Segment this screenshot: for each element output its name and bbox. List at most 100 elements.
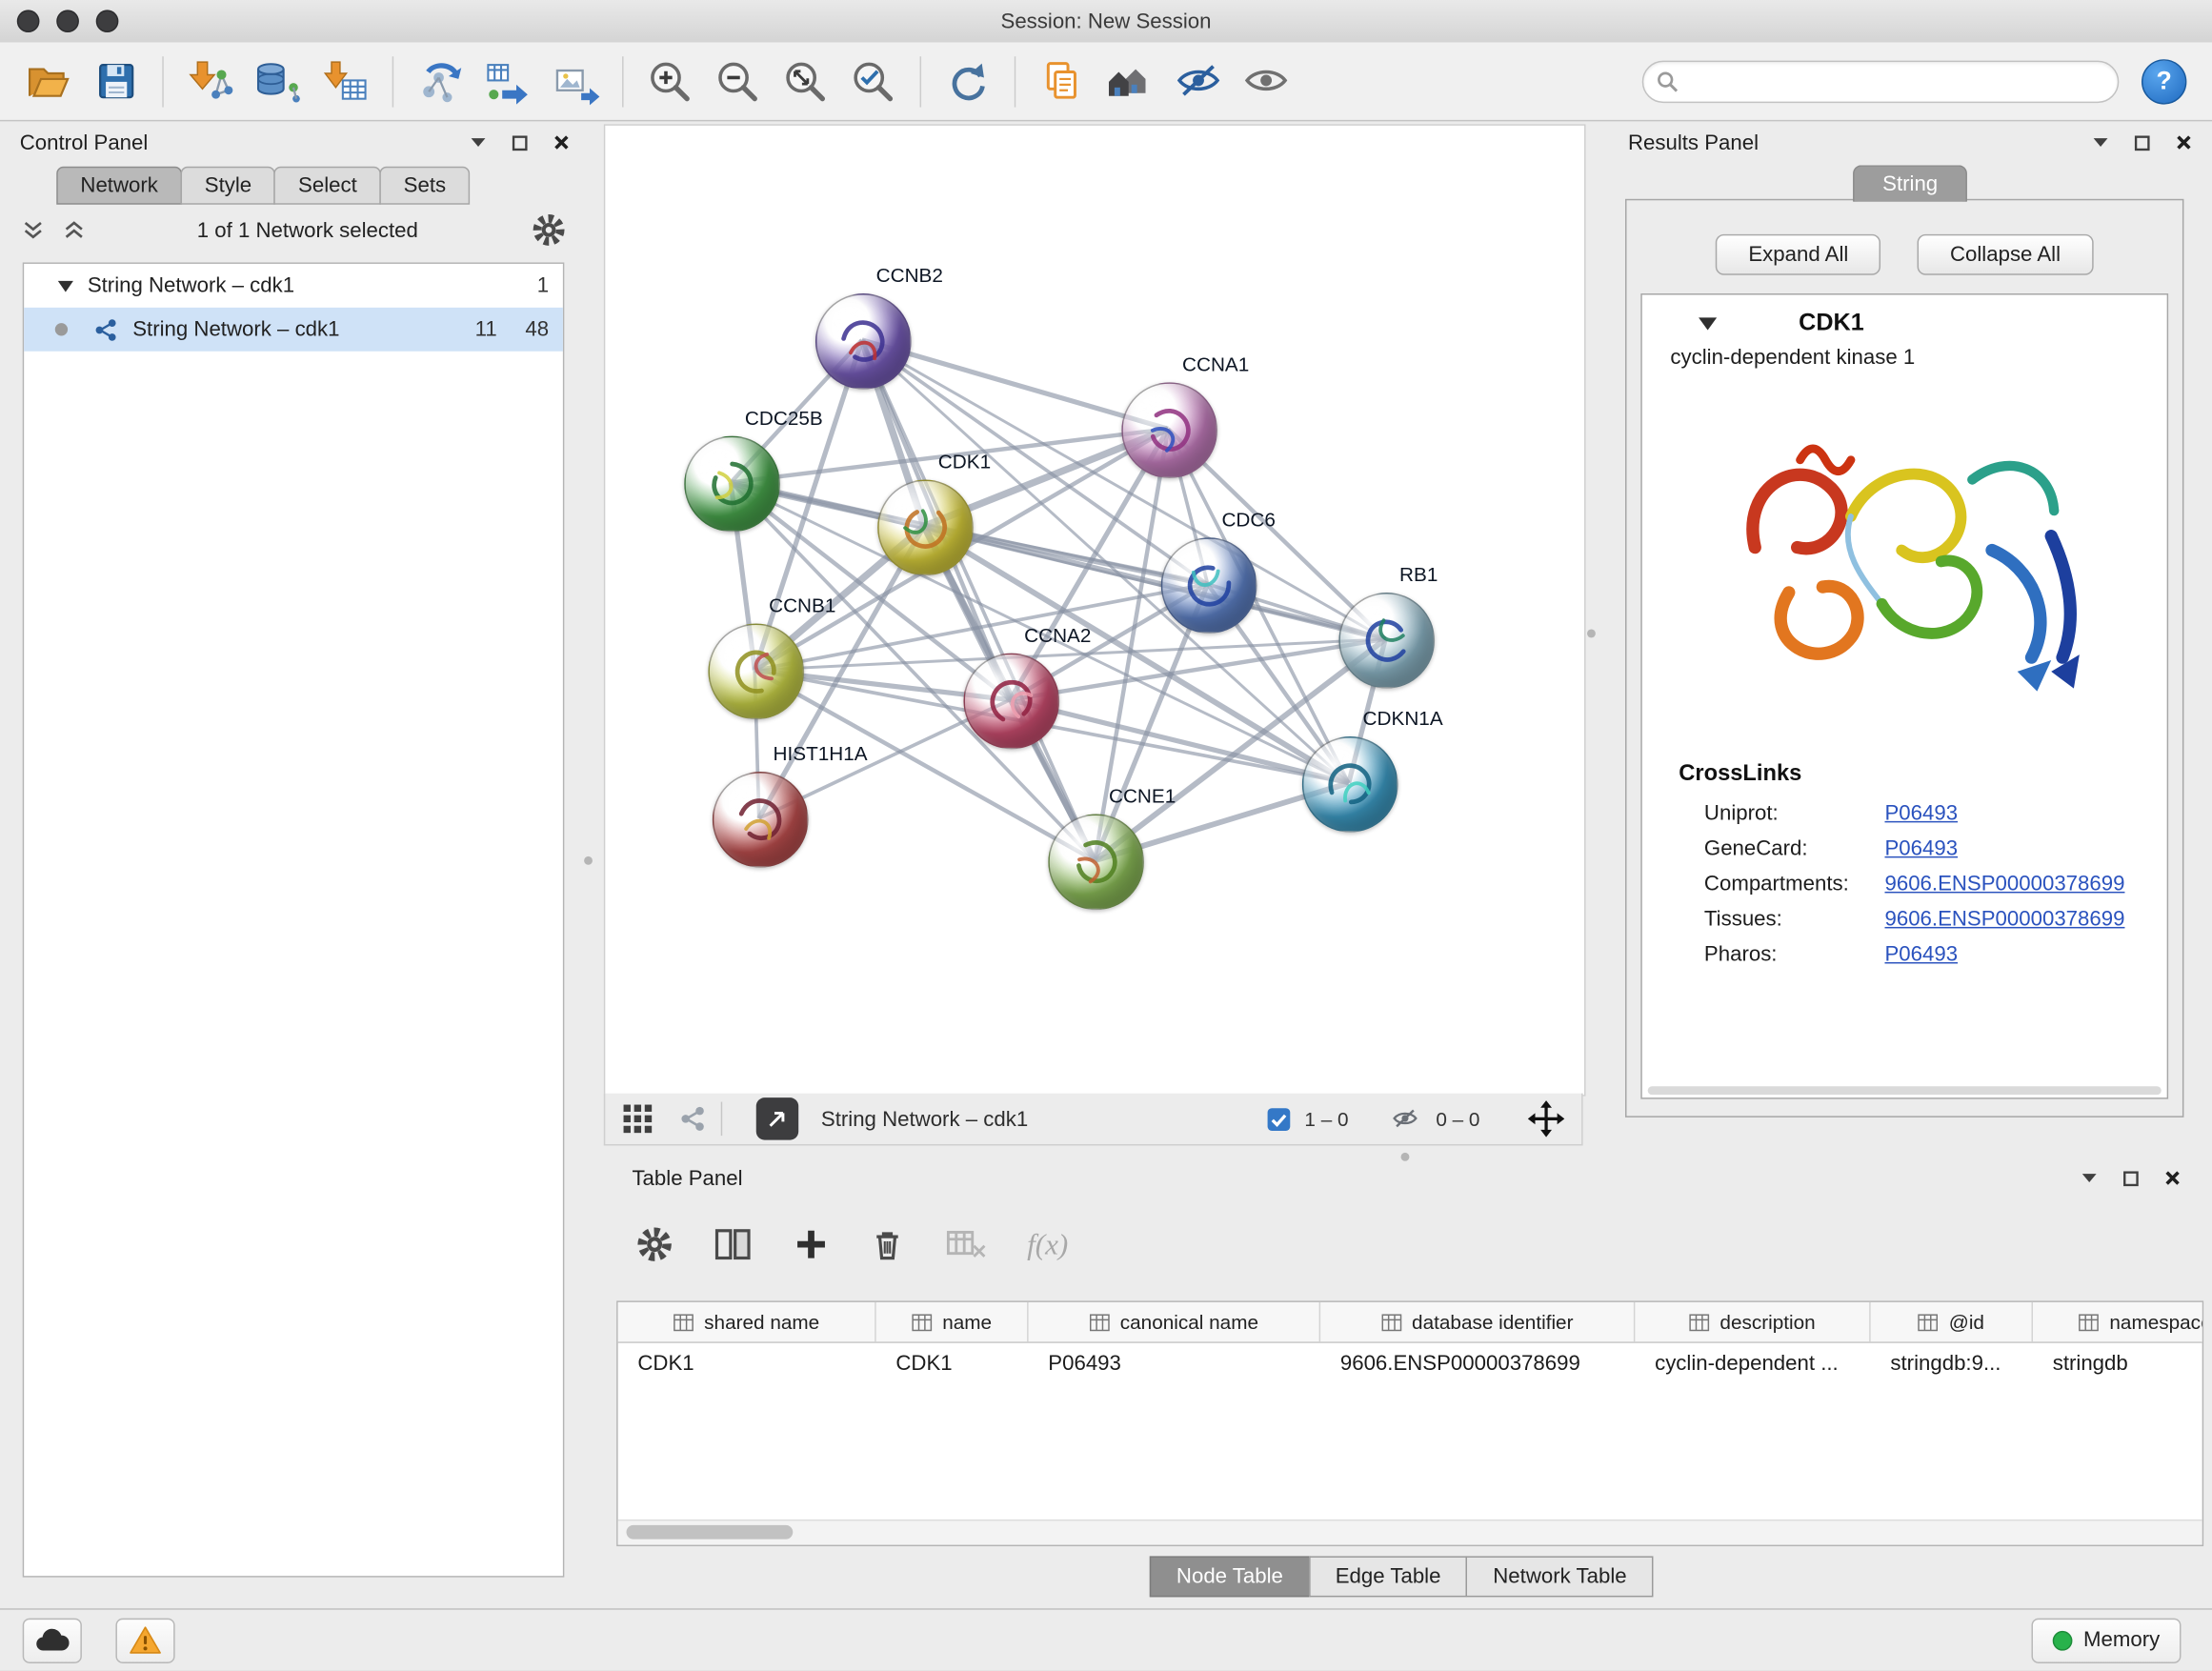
network-node-cdc6[interactable] (1161, 537, 1257, 634)
delete-column-icon[interactable] (869, 1226, 906, 1263)
network-node-ccna2[interactable] (963, 654, 1059, 750)
panel-close-icon[interactable] (2164, 1170, 2182, 1187)
collapse-all-button[interactable]: Collapse All (1918, 234, 2093, 275)
column-header[interactable]: database identifier (1320, 1302, 1635, 1341)
tab-network[interactable]: Network (56, 167, 182, 205)
network-node-cdk1[interactable] (877, 480, 974, 576)
table-cell[interactable]: P06493 (1029, 1343, 1321, 1382)
cloud-status-button[interactable] (23, 1618, 82, 1662)
scrollbar-thumb[interactable] (627, 1525, 794, 1540)
gear-icon[interactable] (531, 211, 568, 249)
table-horizontal-scrollbar[interactable] (618, 1520, 2202, 1545)
table-cell[interactable]: cyclin-dependent ... (1635, 1343, 1870, 1382)
network-node-ccnb2[interactable] (815, 293, 912, 390)
crosslink-link[interactable]: 9606.ENSP00000378699 (1884, 907, 2124, 931)
crosslink-link[interactable]: 9606.ENSP00000378699 (1884, 872, 2124, 896)
add-column-icon[interactable] (793, 1226, 830, 1263)
open-in-new-window-button[interactable] (756, 1097, 798, 1139)
save-session-button[interactable] (82, 49, 150, 113)
splitter-handle[interactable] (1401, 1153, 1410, 1161)
tab-select[interactable]: Select (274, 167, 381, 205)
tab-node-table[interactable]: Node Table (1150, 1556, 1310, 1597)
import-network-from-file-button[interactable] (176, 49, 244, 113)
network-edge[interactable] (924, 526, 1385, 638)
crosslink-link[interactable]: P06493 (1884, 801, 1958, 825)
panel-float-icon[interactable] (2123, 1170, 2139, 1185)
help-button[interactable]: ? (2142, 58, 2186, 103)
network-collection-row[interactable]: String Network – cdk1 1 (24, 264, 563, 308)
table-settings-gear-icon[interactable] (634, 1224, 674, 1263)
network-edge[interactable] (862, 340, 1095, 860)
results-horizontal-scrollbar[interactable] (1648, 1086, 2162, 1095)
tab-style[interactable]: Style (181, 167, 276, 205)
import-table-button[interactable] (312, 49, 379, 113)
network-node-cdc25b[interactable] (684, 436, 780, 533)
expand-all-icon[interactable] (64, 220, 85, 240)
table-header-row: shared name name canonical name database… (618, 1302, 2204, 1343)
splitter-handle[interactable] (584, 856, 593, 865)
column-header[interactable]: description (1635, 1302, 1870, 1341)
table-cell[interactable]: stringdb (2033, 1343, 2203, 1382)
column-header[interactable]: name (876, 1302, 1029, 1341)
zoom-fit-button[interactable] (772, 49, 839, 113)
panel-float-icon[interactable] (2135, 134, 2150, 150)
column-header[interactable]: canonical name (1029, 1302, 1321, 1341)
network-node-ccna1[interactable] (1121, 382, 1217, 478)
zoom-out-button[interactable] (704, 49, 772, 113)
network-row[interactable]: String Network – cdk1 11 48 (24, 308, 563, 352)
network-birdseye-icon[interactable] (678, 1105, 707, 1134)
crosslink-link[interactable]: P06493 (1884, 836, 1958, 860)
column-header[interactable]: @id (1871, 1302, 2033, 1341)
panel-menu-icon[interactable] (2092, 137, 2109, 149)
zoom-in-button[interactable] (636, 49, 704, 113)
new-network-from-table-button[interactable] (474, 49, 542, 113)
import-network-from-database-button[interactable] (244, 49, 312, 113)
tab-string[interactable]: String (1853, 165, 1967, 202)
splitter-handle[interactable] (1587, 629, 1596, 637)
table-cell[interactable]: stringdb:9... (1871, 1343, 2033, 1382)
search-input[interactable] (1642, 60, 2120, 102)
show-all-button[interactable] (1232, 49, 1299, 113)
column-header[interactable]: namespace (2033, 1302, 2203, 1341)
open-session-button[interactable] (14, 49, 82, 113)
expand-all-button[interactable]: Expand All (1716, 234, 1880, 275)
table-cell[interactable]: CDK1 (876, 1343, 1029, 1382)
memory-button[interactable]: Memory (2031, 1618, 2181, 1662)
copy-document-button[interactable] (1029, 49, 1096, 113)
network-node-ccnb1[interactable] (708, 624, 804, 720)
network-node-ccne1[interactable] (1048, 814, 1144, 910)
panel-menu-icon[interactable] (2081, 1173, 2098, 1184)
table-row[interactable]: CDK1 CDK1 P06493 9606.ENSP00000378699 cy… (618, 1343, 2204, 1382)
column-header[interactable]: shared name (618, 1302, 876, 1341)
table-cell[interactable]: 9606.ENSP00000378699 (1320, 1343, 1635, 1382)
hidden-eye-slash-icon[interactable] (1388, 1105, 1422, 1134)
network-node-hist1h1a[interactable] (713, 772, 809, 868)
panel-float-icon[interactable] (513, 134, 528, 150)
show-columns-icon[interactable] (714, 1226, 753, 1263)
network-canvas[interactable]: CCNB2CCNA1CDC25BCDK1CDC6RB1CCNB1CCNA2CDK… (604, 124, 1586, 1096)
tab-edge-table[interactable]: Edge Table (1309, 1556, 1468, 1597)
crosslink-link[interactable]: P06493 (1884, 942, 1958, 966)
home-views-button[interactable] (1096, 49, 1164, 113)
pan-move-icon[interactable] (1528, 1100, 1565, 1137)
refresh-button[interactable] (934, 49, 1001, 113)
clone-network-button[interactable] (406, 49, 473, 113)
panel-close-icon[interactable] (2176, 134, 2193, 151)
collapse-protein-icon[interactable] (1699, 316, 1717, 329)
network-node-rb1[interactable] (1338, 593, 1435, 689)
collapse-all-icon[interactable] (23, 220, 44, 240)
table-cell[interactable]: CDK1 (618, 1343, 876, 1382)
tab-network-table[interactable]: Network Table (1466, 1556, 1654, 1597)
zoom-selected-button[interactable] (839, 49, 907, 113)
tree-expand-icon[interactable] (58, 280, 73, 292)
panel-close-icon[interactable] (553, 134, 571, 151)
grid-view-icon[interactable] (622, 1103, 654, 1135)
network-node-cdkn1a[interactable] (1302, 736, 1398, 833)
help-label: ? (2157, 67, 2172, 96)
selected-checkbox-icon[interactable] (1266, 1107, 1290, 1131)
export-image-button[interactable] (542, 49, 610, 113)
tab-sets[interactable]: Sets (379, 167, 470, 205)
warnings-button[interactable] (115, 1618, 174, 1662)
panel-menu-icon[interactable] (470, 137, 487, 149)
hide-selected-button[interactable] (1164, 49, 1232, 113)
